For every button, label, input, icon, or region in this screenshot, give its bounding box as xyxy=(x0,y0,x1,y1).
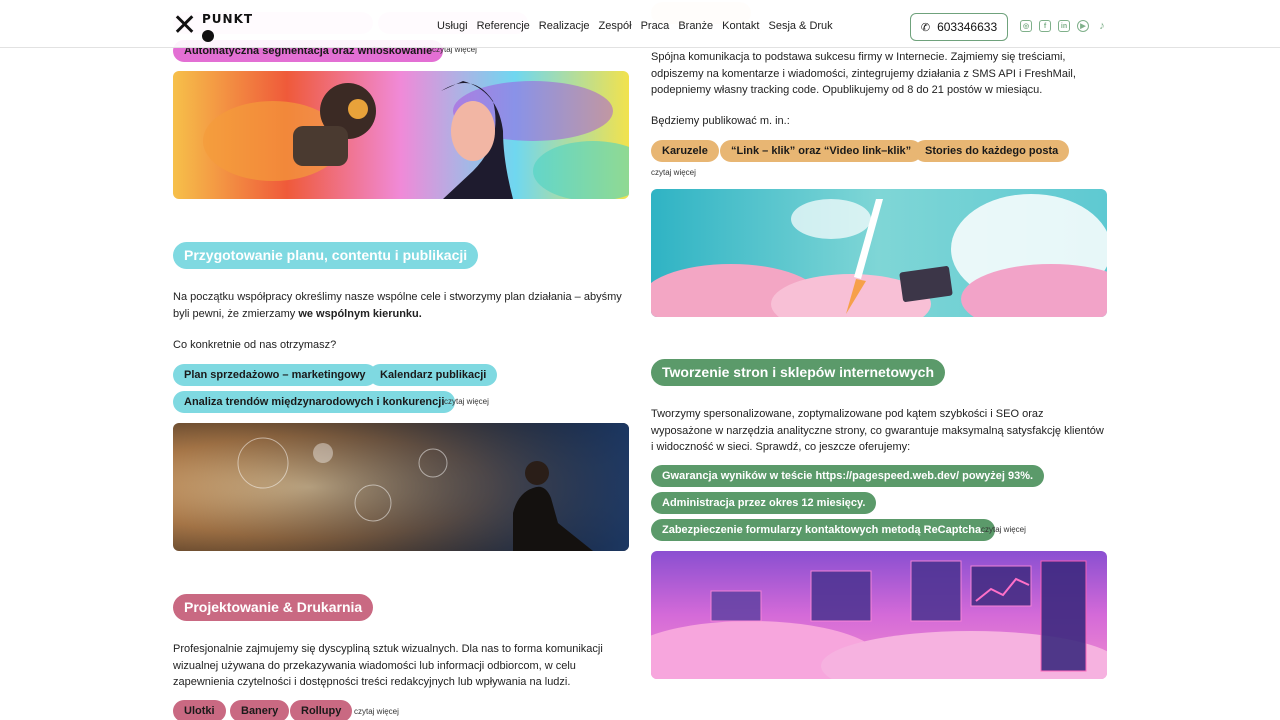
logo-dot xyxy=(202,30,214,42)
section-title-design: Projektowanie & Drukarnia xyxy=(173,594,374,621)
rocket-clouds-image xyxy=(651,189,1107,317)
tag-pagespeed[interactable]: Gwarancja wyników w teście https://pages… xyxy=(651,465,1045,487)
nav-realizacje[interactable]: Realizacje xyxy=(539,20,590,32)
logo-x-mark: ✕ xyxy=(172,8,198,43)
tag-analiza-trendow[interactable]: Analiza trendów międzynarodowych i konku… xyxy=(173,391,456,413)
main-nav: Usługi Referencje Realizacje Zespół Prac… xyxy=(437,20,842,32)
tag-administracja[interactable]: Administracja przez okres 12 miesięcy. xyxy=(651,492,877,514)
web-dashboard-image xyxy=(651,551,1107,679)
section-title-web: Tworzenie stron i sklepów internetowych xyxy=(651,359,946,386)
plan-paragraph: Na początku współpracy określimy nasze w… xyxy=(173,289,629,322)
plan-paragraph-bold: we wspólnym kierunku. xyxy=(298,307,422,320)
youtube-icon[interactable]: ▶ xyxy=(1077,20,1089,32)
facebook-icon[interactable]: f xyxy=(1039,20,1051,32)
nav-branze[interactable]: Branże xyxy=(678,20,713,32)
social-publish-intro: Będziemy publikować m. in.: xyxy=(651,115,790,127)
ai-robot-image xyxy=(173,71,629,199)
web-paragraph: Tworzymy spersonalizowane, zoptymalizowa… xyxy=(651,408,1104,453)
nav-uslugi[interactable]: Usługi xyxy=(437,20,468,32)
read-more-link[interactable]: czytaj więcej xyxy=(354,707,399,716)
tag-recaptcha[interactable]: Zabezpieczenie formularzy kontaktowych m… xyxy=(651,519,996,541)
logo-wordmark: PUNKT xyxy=(202,12,254,26)
tag-ulotki[interactable]: Ulotki xyxy=(173,700,226,720)
section-title-plan: Przygotowanie planu, contentu i publikac… xyxy=(173,242,479,269)
social-links: ◎ f in ▶ ♪ xyxy=(1020,20,1108,32)
nav-zespol[interactable]: Zespół xyxy=(599,20,632,32)
nav-sesja-druk[interactable]: Sesja & Druk xyxy=(768,20,832,32)
plan-person-image xyxy=(173,423,629,551)
phone-icon: ✆ xyxy=(920,21,931,34)
phone-number: 603346633 xyxy=(937,20,998,34)
nav-praca[interactable]: Praca xyxy=(641,20,670,32)
nav-referencje[interactable]: Referencje xyxy=(477,20,530,32)
read-more-link[interactable]: czytaj więcej xyxy=(444,397,489,406)
tag-stories[interactable]: Stories do każdego posta xyxy=(914,140,1070,162)
linkedin-icon[interactable]: in xyxy=(1058,20,1070,32)
nav-kontakt[interactable]: Kontakt xyxy=(722,20,759,32)
tiktok-icon[interactable]: ♪ xyxy=(1096,20,1108,32)
phone-button[interactable]: ✆ 603346633 xyxy=(910,13,1008,41)
social-paragraph: Spójna komunikacja to podstawa sukcesu f… xyxy=(651,51,1076,96)
site-header: ✕ PUNKT Usługi Referencje Realizacje Zes… xyxy=(0,0,1280,48)
design-paragraph: Profesjonalnie zajmujemy się dyscypliną … xyxy=(173,643,603,688)
tag-kalendarz[interactable]: Kalendarz publikacji xyxy=(369,364,498,386)
tag-karuzele[interactable]: Karuzele xyxy=(651,140,719,162)
read-more-link[interactable]: czytaj więcej xyxy=(651,168,696,177)
tag-link-klik[interactable]: “Link – klik” oraz “Video link–klik” xyxy=(720,140,923,162)
read-more-link[interactable]: czytaj więcej xyxy=(981,525,1026,534)
tag-banery[interactable]: Banery xyxy=(230,700,290,720)
plan-question: Co konkretnie od nas otrzymasz? xyxy=(173,339,337,351)
tag-rollupy[interactable]: Rollupy xyxy=(290,700,353,720)
tag-plan-sprzedazowy[interactable]: Plan sprzedażowo – marketingowy xyxy=(173,364,377,386)
logo[interactable]: ✕ PUNKT xyxy=(172,8,252,43)
instagram-icon[interactable]: ◎ xyxy=(1020,20,1032,32)
